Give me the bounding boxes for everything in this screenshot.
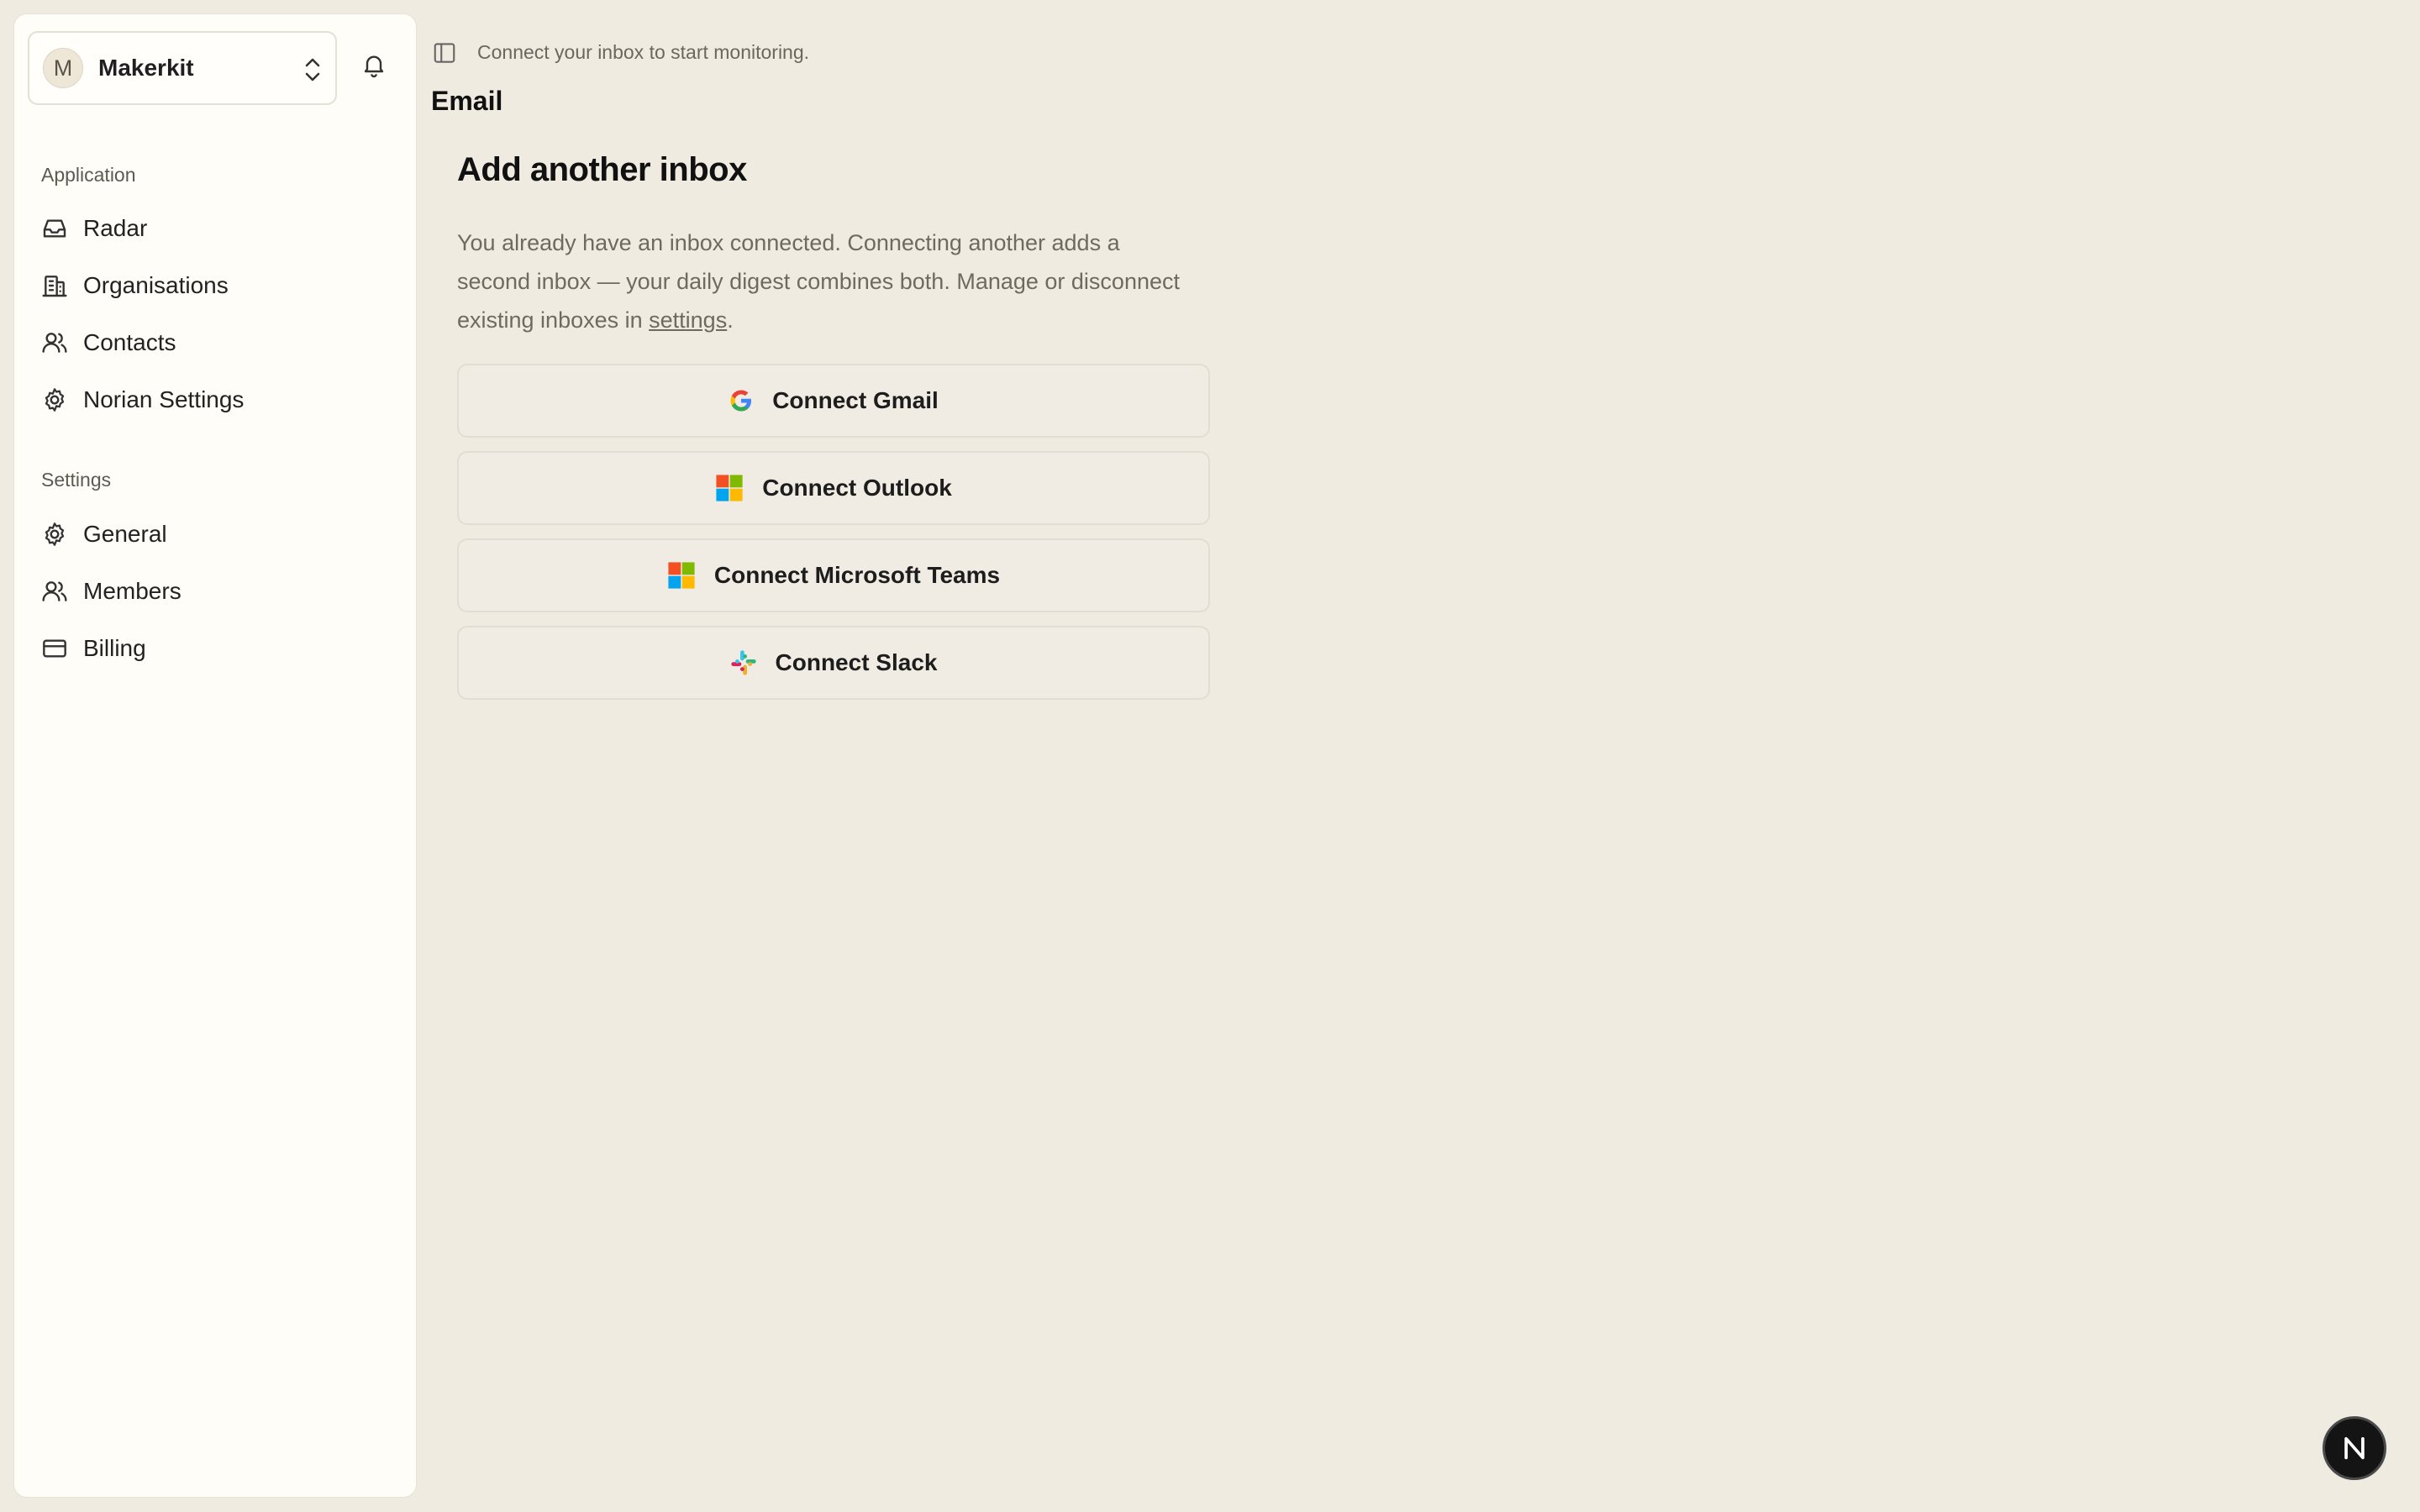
gear-icon [45,522,65,546]
credit-card-icon [43,639,66,658]
page-title: Email [431,86,503,116]
sidebar-item-label: Members [83,578,182,604]
building-icon [42,276,67,297]
section-description: You already have an inbox connected. Con… [457,223,1197,339]
account-name: Makerkit [98,55,194,81]
sidebar-item-members[interactable]: Members [41,567,394,616]
sidebar-item-label: Radar [83,215,148,241]
topbar-hint: Connect your inbox to start monitoring. [477,41,810,63]
connect-microsoft-teams-button[interactable]: Connect Microsoft Teams [457,538,1210,612]
connect-gmail-button[interactable]: Connect Gmail [457,364,1210,438]
users-icon [42,333,67,353]
sidebar-item-label: Billing [83,635,146,661]
sidebar-item-contacts[interactable]: Contacts [41,318,394,367]
connect-outlook-button[interactable]: Connect Outlook [457,451,1210,525]
sidebar-item-norian-settings[interactable]: Norian Settings [41,375,394,424]
sidebar-item-radar[interactable]: Radar [41,204,394,253]
microsoft-icon [716,475,743,501]
description-text: You already have an inbox connected. Con… [457,230,1180,333]
description-end: . [727,307,734,333]
button-label: Connect Gmail [772,387,939,413]
nextjs-dev-button[interactable] [2323,1416,2386,1480]
account-switcher[interactable]: M Makerkit [28,31,337,105]
sidebar-item-label: Contacts [83,329,176,355]
button-label: Connect Outlook [762,475,952,501]
sidebar: M Makerkit Application Radar Organisatio… [13,13,417,1498]
application-group-label: Application [41,164,136,186]
settings-group-label: Settings [41,469,112,491]
microsoft-icon [668,562,695,589]
chevron-up-down-icon [305,58,320,81]
slack-icon [730,650,756,675]
settings-link[interactable]: settings [649,307,727,333]
sidebar-item-label: General [83,521,167,547]
google-icon [730,390,752,412]
connect-slack-button[interactable]: Connect Slack [457,626,1210,700]
sidebar-item-label: Organisations [83,272,229,298]
nextjs-logo-icon [2344,1436,2365,1460]
avatar: M [43,48,83,88]
button-label: Connect Slack [775,649,938,675]
users-icon [42,581,67,601]
button-label: Connect Microsoft Teams [713,562,1001,588]
sidebar-toggle-icon[interactable] [432,40,457,66]
sidebar-item-general[interactable]: General [41,510,394,559]
gear-icon [45,388,65,412]
section-heading: Add another inbox [457,151,747,188]
bell-icon[interactable] [360,51,387,78]
inbox-icon [43,219,66,238]
sidebar-item-label: Norian Settings [83,386,245,412]
sidebar-item-billing[interactable]: Billing [41,624,394,673]
sidebar-item-organisations[interactable]: Organisations [41,261,394,310]
